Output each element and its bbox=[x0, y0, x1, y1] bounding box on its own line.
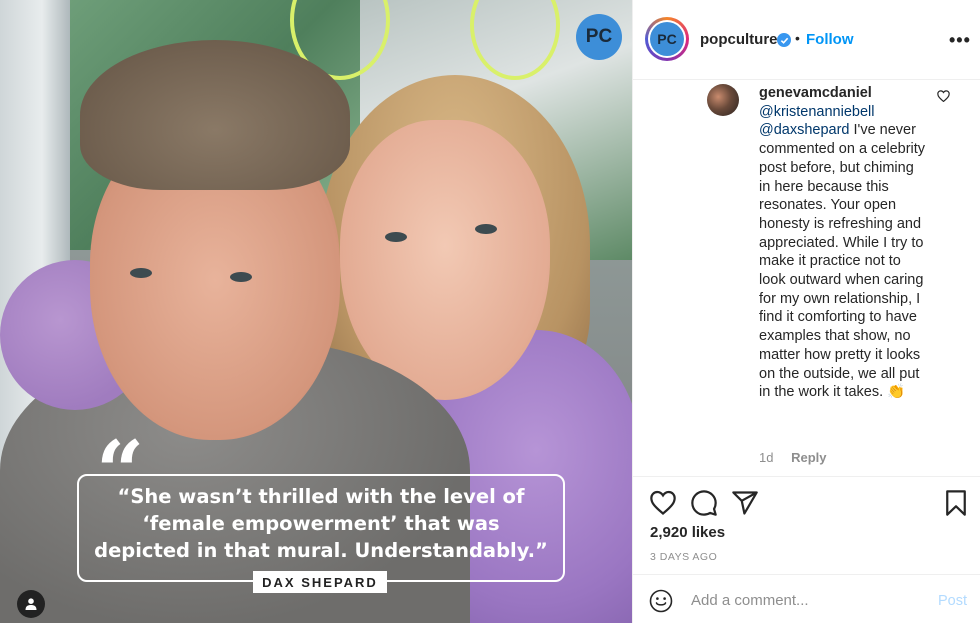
emoji-icon[interactable] bbox=[649, 589, 673, 613]
mention-link[interactable]: @daxshepard bbox=[759, 122, 850, 138]
post-comment-button[interactable]: Post bbox=[938, 593, 967, 609]
verified-badge-icon bbox=[777, 33, 791, 47]
comments-section[interactable]: genevamcdaniel @kristenanniebell @daxshe… bbox=[633, 80, 980, 476]
comment-body: genevamcdaniel @kristenanniebell @daxshe… bbox=[759, 84, 929, 402]
commenter-avatar[interactable] bbox=[707, 84, 739, 116]
quote-text: “She wasn’t thrilled with the level of ‘… bbox=[94, 484, 548, 562]
quote-box: “She wasn’t thrilled with the level of ‘… bbox=[77, 474, 565, 582]
comment-like-heart-icon[interactable] bbox=[937, 90, 950, 102]
add-comment-bar: Post bbox=[633, 574, 980, 623]
post-image[interactable]: PC “ “She wasn’t thrilled with the level… bbox=[0, 0, 632, 623]
user-tag-icon[interactable] bbox=[17, 590, 45, 618]
avatar-inner: PC bbox=[648, 20, 686, 58]
like-heart-icon[interactable] bbox=[649, 489, 677, 517]
man-hair bbox=[80, 40, 350, 190]
commenter-username[interactable]: genevamcdaniel bbox=[759, 84, 929, 103]
post-actions: 2,920 likes 3 DAYS AGO bbox=[633, 476, 980, 574]
comment-meta: 1d Reply bbox=[759, 450, 841, 465]
share-paper-plane-icon[interactable] bbox=[731, 489, 759, 517]
comment-text: I've never commented on a celebrity post… bbox=[759, 122, 926, 401]
account-username[interactable]: popculture bbox=[700, 31, 778, 48]
post-header: PC popculture • Follow ••• bbox=[633, 0, 980, 80]
follow-button[interactable]: Follow bbox=[806, 31, 854, 48]
comment-input[interactable] bbox=[691, 589, 911, 611]
likes-count[interactable]: 2,920 likes bbox=[650, 524, 725, 541]
eye bbox=[230, 272, 252, 282]
comment-age: 1d bbox=[759, 450, 774, 465]
separator-dot: • bbox=[795, 30, 800, 46]
pc-logo-badge: PC bbox=[576, 14, 622, 60]
mention-link[interactable]: @kristenanniebell bbox=[759, 103, 929, 122]
eye bbox=[475, 224, 497, 234]
quote-author: DAX SHEPARD bbox=[253, 571, 387, 593]
person-icon bbox=[25, 598, 37, 610]
eye bbox=[130, 268, 152, 278]
checkmark-icon bbox=[780, 37, 788, 44]
reply-button[interactable]: Reply bbox=[791, 450, 826, 465]
avatar-logo: PC bbox=[650, 22, 684, 56]
avatar[interactable]: PC bbox=[645, 17, 689, 61]
save-bookmark-icon[interactable] bbox=[942, 489, 970, 517]
comment-bubble-icon[interactable] bbox=[690, 489, 718, 517]
post-sidebar: PC popculture • Follow ••• genevamcdanie… bbox=[632, 0, 980, 623]
woman-face bbox=[340, 120, 550, 400]
more-options-icon[interactable]: ••• bbox=[949, 30, 971, 51]
eye bbox=[385, 232, 407, 242]
post-timestamp: 3 DAYS AGO bbox=[650, 551, 718, 563]
